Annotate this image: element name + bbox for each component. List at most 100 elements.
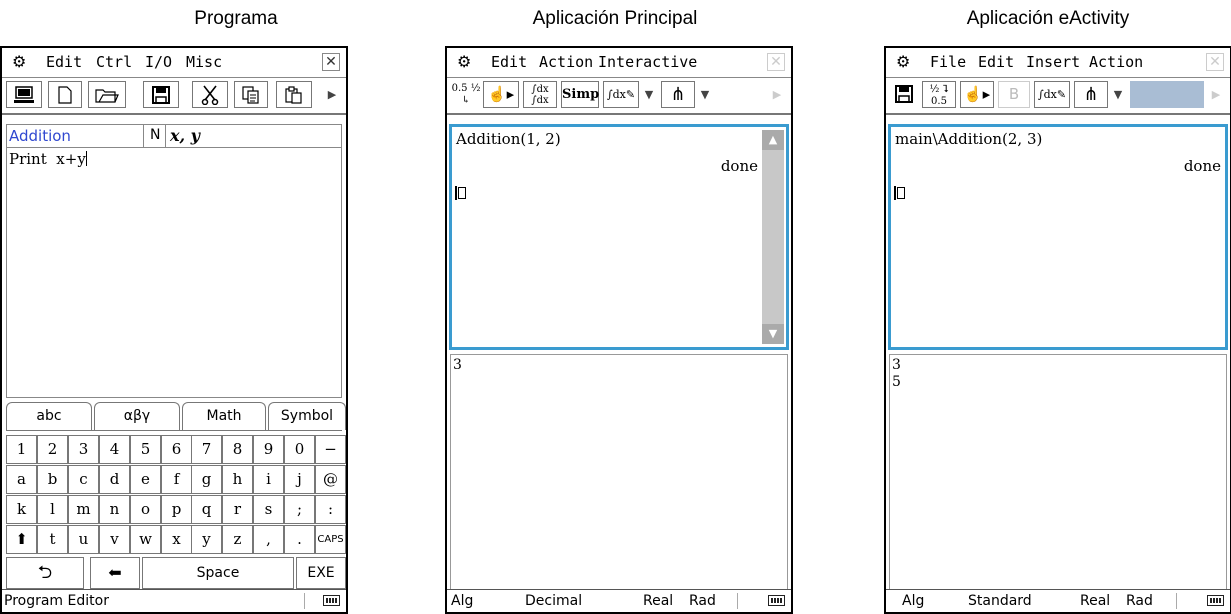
key[interactable]: q — [191, 495, 222, 524]
key[interactable]: b — [37, 465, 68, 494]
status-complex[interactable]: Real — [643, 590, 673, 612]
key[interactable]: h — [222, 465, 253, 494]
key[interactable]: e — [130, 465, 161, 494]
graph-icon[interactable]: ⋔ — [661, 81, 695, 108]
fraction-decimal-icon[interactable]: ½ ⮧ 0.5 — [922, 81, 956, 108]
program-edit-area[interactable]: Addition N x, y Print x+y — [6, 124, 342, 398]
key[interactable]: − — [315, 435, 346, 464]
key[interactable]: 2 — [37, 435, 68, 464]
key[interactable]: l — [37, 495, 68, 524]
key[interactable]: , — [253, 525, 284, 554]
open-folder-icon[interactable] — [88, 81, 126, 108]
key[interactable]: m — [68, 495, 99, 524]
menu-io[interactable]: I/O — [145, 53, 172, 71]
settings-gear-icon[interactable]: ⚙ — [12, 53, 26, 71]
paste-icon[interactable] — [276, 81, 312, 108]
menu-edit[interactable]: Edit — [46, 53, 82, 71]
dropdown-arrow-icon[interactable]: ▼ — [697, 81, 713, 108]
key[interactable]: g — [191, 465, 222, 494]
key[interactable]: n — [99, 495, 130, 524]
scrollbar[interactable]: ▲ ▼ — [762, 130, 784, 344]
key[interactable]: . — [284, 525, 315, 554]
menu-ctrl[interactable]: Ctrl — [96, 53, 132, 71]
menu-edit[interactable]: Edit — [978, 53, 1014, 71]
key[interactable]: t — [37, 525, 68, 554]
space-key[interactable]: Space — [142, 557, 294, 589]
key[interactable]: s — [253, 495, 284, 524]
menu-interactive[interactable]: Interactive — [598, 53, 697, 71]
key[interactable]: x — [161, 525, 192, 554]
key[interactable]: v — [99, 525, 130, 554]
status-angle[interactable]: Rad — [1126, 590, 1153, 612]
key[interactable]: z — [222, 525, 253, 554]
dropdown-arrow-icon[interactable]: ▼ — [1110, 81, 1126, 108]
key[interactable]: o — [130, 495, 161, 524]
status-complex[interactable]: Real — [1080, 590, 1110, 612]
key[interactable]: 1 — [6, 435, 37, 464]
settings-gear-icon[interactable]: ⚙ — [457, 53, 471, 71]
key[interactable]: @ — [315, 465, 346, 494]
key[interactable]: f — [161, 465, 192, 494]
more-arrow-icon[interactable]: ▶ — [324, 81, 340, 108]
menu-file[interactable]: File — [930, 53, 966, 71]
integral-pen-icon[interactable]: ∫dx✎ — [603, 81, 639, 108]
dropdown-arrow-icon[interactable]: ▼ — [641, 81, 657, 108]
menu-edit[interactable]: Edit — [491, 53, 527, 71]
integral-icon[interactable]: ∫dx ∫dx — [523, 81, 557, 108]
new-file-icon[interactable] — [48, 81, 82, 108]
key[interactable]: ; — [284, 495, 315, 524]
exe-key[interactable]: EXE — [296, 557, 346, 589]
key[interactable]: 3 — [68, 435, 99, 464]
key[interactable]: u — [68, 525, 99, 554]
key[interactable]: i — [253, 465, 284, 494]
decimal-toggle-icon[interactable]: 0.5 ½ ↳ — [451, 81, 481, 108]
input-cursor-icon[interactable] — [897, 187, 905, 199]
key[interactable]: r — [222, 495, 253, 524]
keyboard-tab-math[interactable]: Math — [182, 402, 266, 430]
menu-misc[interactable]: Misc — [186, 53, 222, 71]
save-icon[interactable] — [143, 81, 179, 108]
key[interactable]: k — [6, 495, 37, 524]
key[interactable]: 5 — [130, 435, 161, 464]
key[interactable]: y — [191, 525, 222, 554]
status-format[interactable]: Standard — [968, 590, 1032, 612]
scroll-up-icon[interactable]: ▲ — [762, 130, 784, 150]
key[interactable]: 9 — [253, 435, 284, 464]
input-cursor-icon[interactable] — [458, 187, 466, 199]
key[interactable]: : — [315, 495, 346, 524]
backspace-key[interactable]: ⬅ — [90, 557, 140, 589]
key[interactable]: 8 — [222, 435, 253, 464]
back-key[interactable]: ⮌ — [6, 557, 84, 589]
integral-pen-icon[interactable]: ∫dx✎ — [1034, 81, 1070, 108]
menu-action[interactable]: Action — [539, 53, 593, 71]
save-icon[interactable] — [890, 81, 918, 108]
key[interactable]: d — [99, 465, 130, 494]
menu-insert[interactable]: Insert — [1026, 53, 1080, 71]
key[interactable]: j — [284, 465, 315, 494]
scroll-down-icon[interactable]: ▼ — [762, 324, 784, 344]
keyboard-tab-abc[interactable]: abc — [6, 402, 92, 430]
status-mode[interactable]: Alg — [902, 590, 924, 612]
work-area[interactable]: Addition(1, 2) done ▲ ▼ — [449, 124, 789, 350]
key[interactable]: CAPS — [315, 525, 346, 554]
settings-gear-icon[interactable]: ⚙ — [896, 53, 910, 71]
work-area[interactable]: main\Addition(2, 3) done — [888, 124, 1228, 350]
key[interactable]: a — [6, 465, 37, 494]
menu-action[interactable]: Action — [1089, 53, 1143, 71]
key[interactable]: ⬆ — [6, 525, 37, 554]
status-format[interactable]: Decimal — [525, 590, 582, 612]
copy-icon[interactable] — [234, 81, 268, 108]
graph-icon[interactable]: ⋔ — [1074, 81, 1108, 108]
stylus-run-icon[interactable]: ☝▸ — [483, 81, 519, 108]
key[interactable]: 0 — [284, 435, 315, 464]
keyboard-tab-symbol[interactable]: Symbol — [268, 402, 346, 430]
editor-icon[interactable] — [6, 81, 42, 108]
status-mode[interactable]: Alg — [451, 590, 473, 612]
cut-icon[interactable] — [192, 81, 228, 108]
key[interactable]: 7 — [191, 435, 222, 464]
status-angle[interactable]: Rad — [689, 590, 716, 612]
close-icon[interactable]: ✕ — [322, 53, 340, 71]
key[interactable]: c — [68, 465, 99, 494]
key[interactable]: 6 — [161, 435, 192, 464]
keyboard-tab-greek[interactable]: αβγ — [94, 402, 180, 430]
